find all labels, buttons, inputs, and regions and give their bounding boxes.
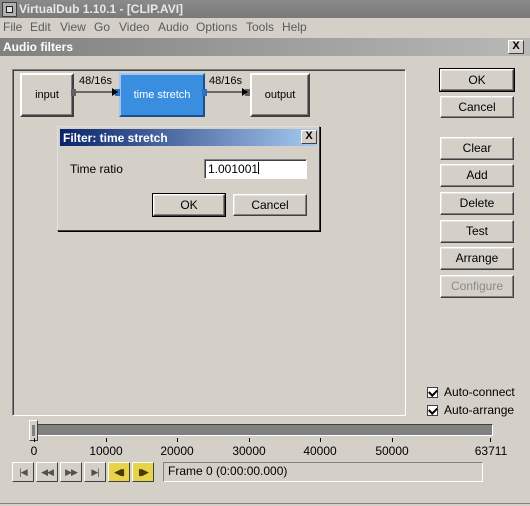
time-ratio-input[interactable]: 1.001001 — [204, 159, 307, 179]
time-stretch-dialog-title-bar: Filter: time stretch X — [60, 129, 317, 146]
auto-connect-label: Auto-connect — [444, 385, 515, 399]
time-stretch-ok-button[interactable]: OK — [152, 193, 226, 217]
tick-label-20000: 20000 — [160, 444, 194, 458]
test-button[interactable]: Test — [440, 220, 514, 243]
time-ratio-label: Time ratio — [70, 162, 123, 176]
connection-arrow-2 — [242, 88, 248, 96]
auto-arrange-label: Auto-arrange — [444, 403, 515, 417]
time-stretch-cancel-button[interactable]: Cancel — [233, 194, 307, 216]
connection-label-1: 48/16s — [79, 75, 113, 87]
tick-mark — [392, 438, 393, 442]
next-frame-icon: ▶▶ — [65, 467, 78, 477]
prev-keyframe-icon: ◀▮ — [114, 467, 125, 477]
timeline-track[interactable] — [31, 424, 493, 436]
tick-mark — [34, 438, 35, 442]
frame-status: Frame 0 (0:00:00.000) — [163, 462, 483, 482]
auto-connect-checkbox[interactable] — [427, 387, 438, 398]
add-button[interactable]: Add — [440, 164, 514, 187]
window-bottom-edge — [0, 503, 530, 504]
tick-label-30000: 30000 — [232, 444, 266, 458]
time-stretch-dialog-close-button[interactable]: X — [301, 130, 317, 144]
tick-mark — [249, 438, 250, 442]
cancel-button[interactable]: Cancel — [440, 96, 514, 118]
text-cursor — [258, 162, 260, 174]
end-icon: ▶| — [91, 467, 99, 477]
prev-keyframe-button[interactable]: ◀▮ — [108, 462, 130, 482]
tick-mark — [177, 438, 178, 442]
clear-button[interactable]: Clear — [440, 137, 514, 160]
connection-arrow-1 — [112, 88, 118, 96]
tick-label-0: 0 — [30, 444, 38, 458]
tick-label-10000: 10000 — [89, 444, 123, 458]
end-button[interactable]: ▶| — [84, 462, 106, 482]
frame-status-text: Frame 0 (0:00:00.000) — [168, 464, 288, 478]
tick-mark — [106, 438, 107, 442]
stop-icon: |◀ — [19, 467, 27, 477]
time-ratio-value: 1.001001 — [208, 162, 259, 176]
time-stretch-dialog: Filter: time stretch X Time ratio 1.0010… — [57, 126, 320, 231]
arrange-button[interactable]: Arrange — [440, 247, 514, 270]
delete-button[interactable]: Delete — [440, 192, 514, 215]
prev-frame-button[interactable]: ◀◀ — [36, 462, 58, 482]
stop-button[interactable]: |◀ — [12, 462, 34, 482]
prev-frame-icon: ◀◀ — [41, 467, 54, 477]
next-keyframe-icon: ▮▶ — [138, 467, 149, 477]
tick-mark — [320, 438, 321, 442]
tick-label-end: 63711 — [474, 444, 508, 458]
configure-button[interactable]: Configure — [440, 275, 514, 298]
time-stretch-dialog-title: Filter: time stretch — [63, 131, 168, 145]
tick-label-40000: 40000 — [303, 444, 337, 458]
tick-mark — [490, 438, 491, 442]
next-keyframe-button[interactable]: ▮▶ — [132, 462, 154, 482]
auto-arrange-checkbox[interactable] — [427, 405, 438, 416]
tick-label-50000: 50000 — [375, 444, 409, 458]
connection-label-2: 48/16s — [209, 75, 243, 87]
next-frame-button[interactable]: ▶▶ — [60, 462, 82, 482]
ok-button[interactable]: OK — [439, 68, 515, 92]
